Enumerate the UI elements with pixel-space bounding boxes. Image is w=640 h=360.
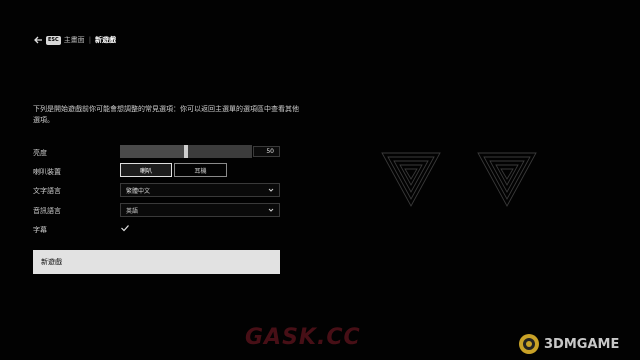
chevron-down-icon — [268, 188, 274, 192]
3dm-logo-icon — [519, 334, 539, 354]
text-language-value: 繁體中文 — [126, 187, 151, 195]
brightness-slider[interactable]: 50 — [120, 145, 280, 158]
brightness-slider-thumb[interactable] — [184, 145, 188, 158]
chevron-down-icon — [268, 208, 274, 212]
audio-device-toggle: 喇叭 耳機 — [120, 163, 227, 177]
subtitles-checkbox[interactable] — [120, 223, 130, 233]
watermark-3dm: 3DMGAME — [518, 333, 619, 355]
subtitles-label: 字幕 — [33, 226, 47, 234]
breadcrumb-current: 新遊戲 — [95, 36, 117, 44]
brightness-value[interactable]: 50 — [253, 146, 280, 157]
decorative-triangles-icon — [381, 152, 537, 207]
watermark-gask: GASK.CC — [245, 325, 361, 350]
brightness-label: 亮度 — [33, 149, 47, 157]
breadcrumb: ESC 主畫面 | 新遊戲 — [33, 33, 116, 47]
breadcrumb-separator: | — [88, 36, 92, 44]
watermark-3dm-text: 3DMGAME — [544, 336, 620, 352]
intro-description: 下列是開始遊戲前你可能會想調整的常見選項：你可以返回主選單的選項區中查看其他選項… — [33, 105, 299, 124]
audio-language-value: 英語 — [126, 207, 139, 215]
headphones-option-button[interactable]: 耳機 — [174, 163, 227, 177]
audio-language-label: 音訊語言 — [33, 207, 61, 215]
new-game-button[interactable]: 新遊戲 — [33, 250, 280, 274]
text-language-label: 文字語言 — [33, 187, 61, 195]
audio-language-dropdown[interactable]: 英語 — [120, 203, 280, 217]
brightness-slider-fill — [120, 145, 184, 158]
back-arrow-icon[interactable] — [33, 35, 43, 45]
text-language-dropdown[interactable]: 繁體中文 — [120, 183, 280, 197]
audio-device-label: 喇叭裝置 — [33, 168, 61, 176]
speaker-option-button[interactable]: 喇叭 — [120, 163, 172, 177]
brightness-slider-track[interactable] — [120, 145, 252, 158]
esc-key-badge[interactable]: ESC — [46, 35, 61, 45]
breadcrumb-home[interactable]: 主畫面 — [64, 35, 85, 45]
